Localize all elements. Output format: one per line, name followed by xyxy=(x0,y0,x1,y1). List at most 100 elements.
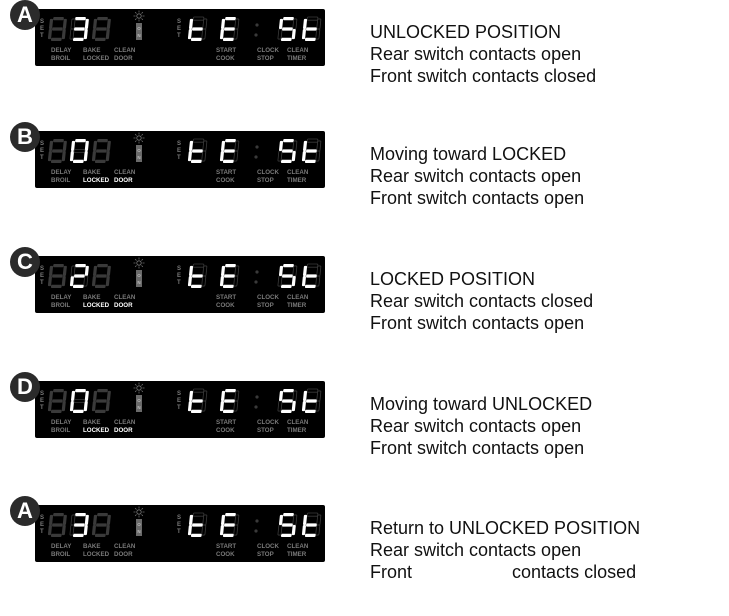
left-label-bottom: DOOR xyxy=(114,55,133,62)
right-char xyxy=(301,16,322,41)
right-label-top: CLOCK xyxy=(257,169,280,176)
right-char xyxy=(219,389,240,413)
on-indicator-letter: O xyxy=(137,398,141,403)
left-label-top: DELAY xyxy=(51,169,72,176)
status-line: Front switch contacts open xyxy=(370,188,585,208)
left-digit xyxy=(91,139,111,163)
left-label-bottom: LOCKED xyxy=(83,177,110,184)
oven-display-panel: S E T O N DELAY BAKE CLEAN BROIL LOCKED DOOR S E T STA… xyxy=(35,131,325,188)
left-label-top: BAKE xyxy=(83,169,101,176)
colon-dot xyxy=(254,155,258,159)
colon-dot xyxy=(255,395,259,399)
status-heading: UNLOCKED POSITION xyxy=(370,22,562,42)
right-char xyxy=(187,16,208,41)
heat-indicator-icon xyxy=(133,132,145,144)
right-char xyxy=(219,264,240,288)
left-label-top: BAKE xyxy=(83,419,101,426)
state-badge: C xyxy=(10,247,40,277)
set-label-letter: S xyxy=(177,141,181,147)
right-label-top: START xyxy=(216,169,236,176)
colon-dot xyxy=(255,519,259,523)
left-digit xyxy=(69,17,89,41)
set-label-letter: T xyxy=(177,405,181,411)
left-digit xyxy=(69,264,89,288)
left-digit xyxy=(69,389,89,413)
display-graphic: SETONDELAY BAKE CLEANBROIL LOCKED DOORSETSTA… xyxy=(40,10,322,62)
right-label-top: CLEAN xyxy=(287,419,309,426)
status-heading: Moving toward LOCKED xyxy=(370,144,567,164)
right-char xyxy=(277,17,298,41)
set-label-letter: E xyxy=(40,148,44,154)
right-label-bottom: COOK xyxy=(216,55,235,62)
right-label-top: CLOCK xyxy=(257,419,280,426)
set-label-letter: T xyxy=(177,155,181,161)
status-line: Rear switch contacts open xyxy=(370,540,582,560)
left-label-bottom: LOCKED xyxy=(83,427,110,434)
left-digit xyxy=(91,264,111,288)
right-label-top: START xyxy=(216,47,236,54)
status-line: Rear switch contacts open xyxy=(370,166,582,186)
right-label-bottom: STOP xyxy=(257,55,274,62)
status-text: Moving toward LOCKED Rear switch contacts… xyxy=(370,143,584,209)
heat-indicator-icon xyxy=(133,506,145,518)
on-indicator-letter: N xyxy=(137,280,140,285)
left-label-bottom: DOOR xyxy=(114,551,133,558)
left-label-top: DELAY xyxy=(51,543,72,550)
left-label-top: BAKE xyxy=(83,294,101,301)
set-label-letter: E xyxy=(40,26,44,32)
colon-dot xyxy=(255,23,259,27)
on-indicator-letter: N xyxy=(137,405,140,410)
set-label-letter: T xyxy=(177,280,181,286)
status-line: Rear switch contacts open xyxy=(370,416,582,436)
set-label-letter: T xyxy=(40,155,44,161)
set-label-letter: S xyxy=(177,19,181,25)
state-row: B S E T O N DELAY BAKE CLEAN BROIL LOCKED DOOR S E T ST… xyxy=(0,122,729,242)
colon-dot xyxy=(254,529,258,533)
left-digit xyxy=(47,513,67,537)
status-line: Rear switch contacts closed xyxy=(370,291,594,311)
set-label-letter: E xyxy=(177,398,181,404)
left-label-bottom: BROIL xyxy=(51,551,70,558)
left-label-bottom: DOOR xyxy=(114,427,133,434)
status-line: Front switch contacts closed xyxy=(370,66,597,86)
state-badge: A xyxy=(10,0,40,30)
status-line: Front contacts closed xyxy=(370,562,637,582)
right-char xyxy=(301,512,322,537)
left-label-bottom: LOCKED xyxy=(83,302,110,309)
right-label-bottom: TIMER xyxy=(287,302,307,309)
on-indicator-letter: N xyxy=(137,155,140,160)
right-label-top: CLOCK xyxy=(257,294,280,301)
oven-display-panel: S E T O N DELAY BAKE CLEAN BROIL LOCKED DOOR S E T STA… xyxy=(35,505,325,562)
state-badge: B xyxy=(10,122,40,152)
right-char xyxy=(277,139,298,163)
right-label-top: START xyxy=(216,294,236,301)
left-label-top: BAKE xyxy=(83,543,101,550)
right-char xyxy=(219,139,240,163)
on-indicator-letter: N xyxy=(137,529,140,534)
left-digit xyxy=(91,17,111,41)
heat-indicator-icon xyxy=(133,382,145,394)
oven-display-panel: S E T O N DELAY BAKE CLEAN BROIL LOCKED DOOR S E T STA… xyxy=(35,381,325,438)
set-label-letter: E xyxy=(177,26,181,32)
right-label-top: CLEAN xyxy=(287,543,309,550)
left-label-top: DELAY xyxy=(51,47,72,54)
left-digit xyxy=(47,389,67,413)
status-line: Front switch contacts open xyxy=(370,438,585,458)
left-label-top: CLEAN xyxy=(114,47,136,54)
set-label-letter: T xyxy=(40,33,44,39)
right-label-top: CLOCK xyxy=(257,543,280,550)
right-char xyxy=(301,138,322,163)
state-row: C S E T O N DELAY BAKE CLEAN BROIL LOCKED DOOR S E T ST… xyxy=(0,247,729,367)
right-label-top: CLOCK xyxy=(257,47,280,54)
status-heading: LOCKED POSITION xyxy=(370,269,536,289)
status-line: Front switch contacts open xyxy=(370,313,585,333)
right-label-bottom: STOP xyxy=(257,177,274,184)
set-label-letter: E xyxy=(177,273,181,279)
right-label-top: CLEAN xyxy=(287,169,309,176)
status-heading: Return to UNLOCKED POSITION xyxy=(370,518,641,538)
left-digit xyxy=(69,139,89,163)
set-label-letter: S xyxy=(177,515,181,521)
set-label-letter: T xyxy=(40,280,44,286)
set-label-letter: S xyxy=(177,266,181,272)
left-digit xyxy=(47,264,67,288)
